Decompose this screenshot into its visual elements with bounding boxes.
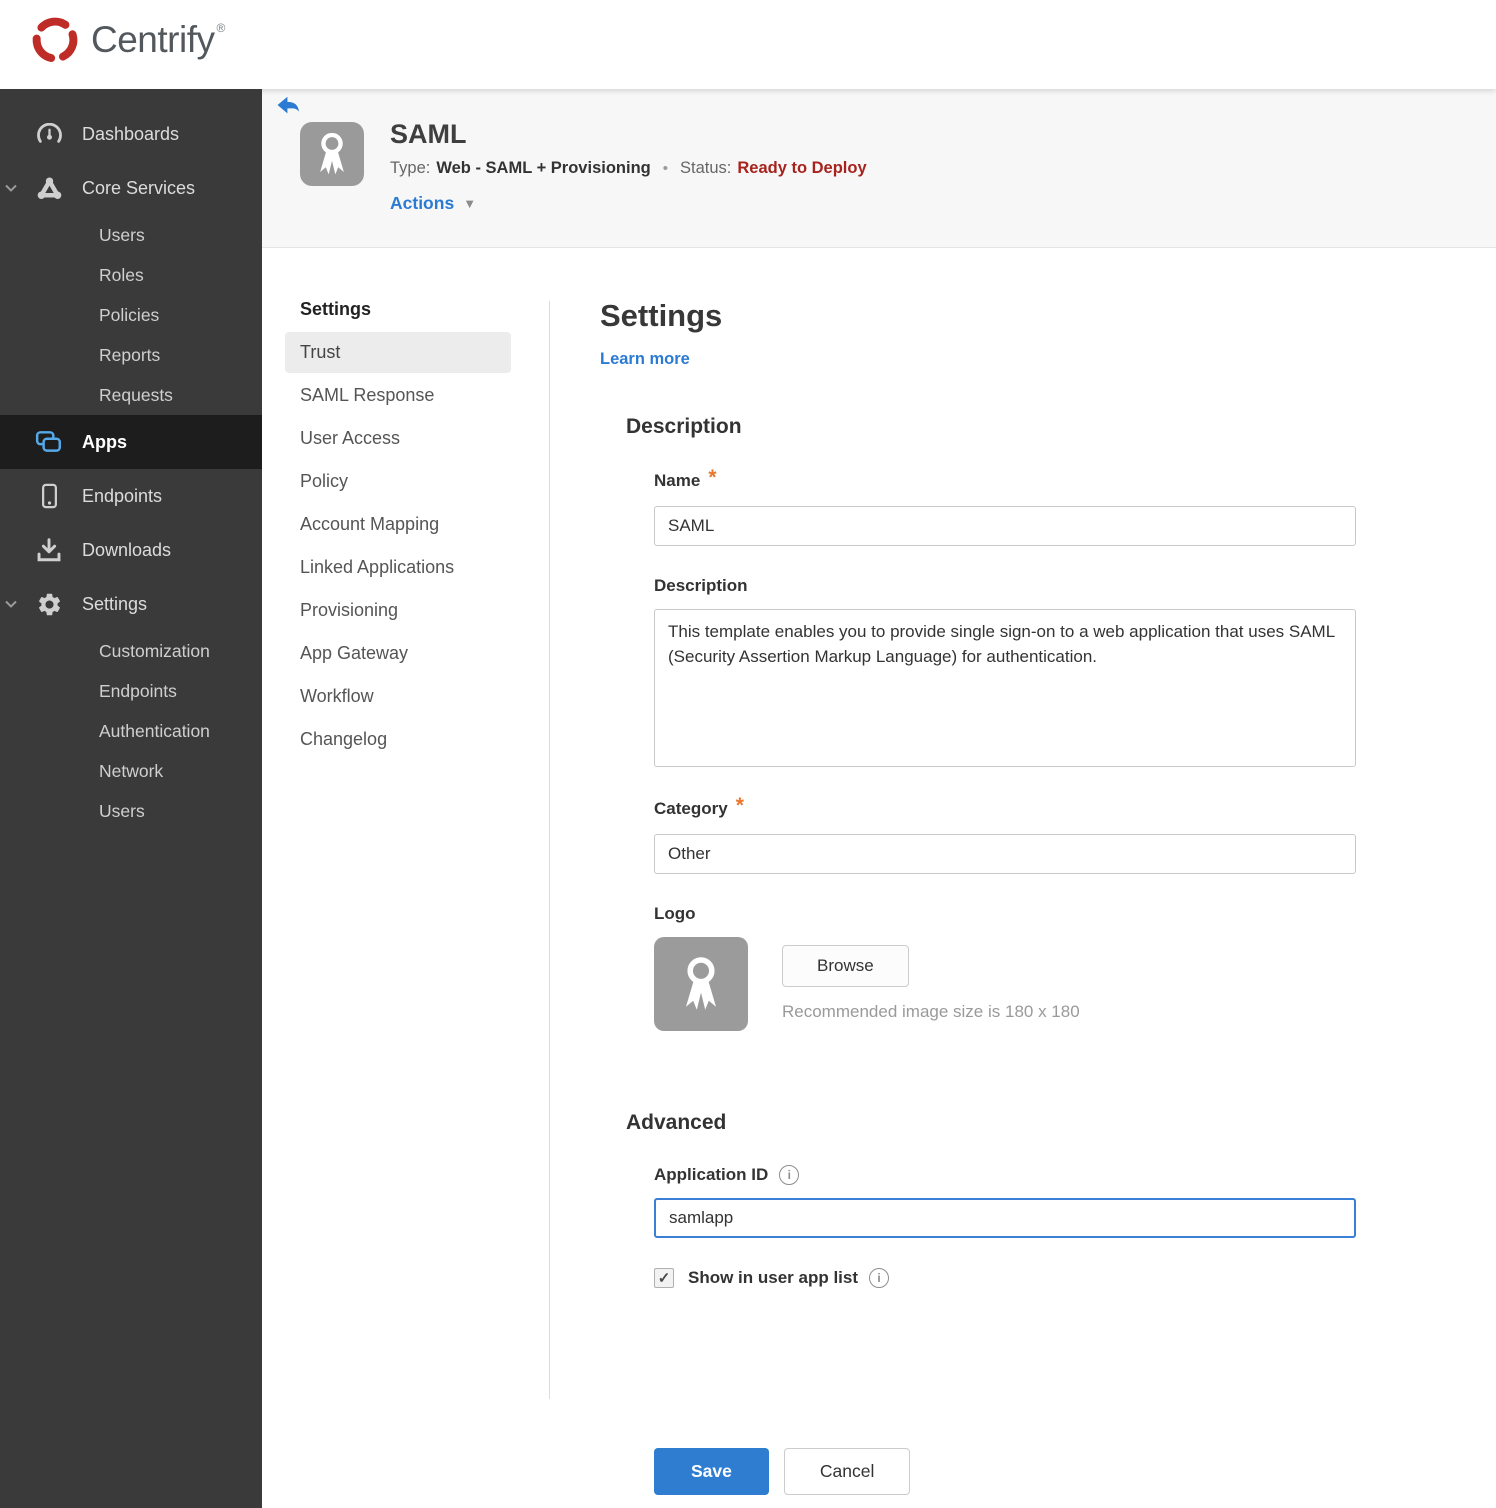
description-section-heading: Description	[626, 415, 742, 438]
centrify-logo: Centrify ®	[28, 13, 225, 67]
sidebar: Dashboards Core Services Users Roles Pol…	[0, 89, 262, 1508]
ribbon-award-icon	[686, 957, 716, 1010]
name-label-row: Name *	[654, 466, 717, 490]
subnav-header: Settings	[300, 299, 372, 319]
type-label: Type:	[390, 159, 431, 177]
subnav-item-policy[interactable]: Policy	[285, 461, 511, 502]
sidebar-item-apps[interactable]: Apps	[0, 415, 262, 469]
subnav-item-user-access[interactable]: User Access	[285, 418, 511, 459]
name-input[interactable]	[654, 506, 1356, 546]
required-asterisk: *	[735, 794, 744, 817]
settings-panel: Settings Learn more Description Name * D…	[600, 298, 1390, 1495]
status-value: Ready to Deploy	[737, 159, 867, 177]
actions-menu-button[interactable]: Actions ▼	[390, 193, 476, 214]
vertical-divider	[549, 301, 550, 1399]
sidebar-item-roles[interactable]: Roles	[0, 255, 262, 295]
subnav-item-linked-applications[interactable]: Linked Applications	[285, 547, 511, 588]
category-input[interactable]	[654, 834, 1356, 874]
page: Centrify ® Dashboards Core Services User…	[0, 0, 1496, 1508]
core-services-icon	[34, 176, 64, 201]
show-in-user-app-list-checkbox[interactable]: ✓	[654, 1268, 674, 1288]
subnav-item-trust[interactable]: Trust	[285, 332, 511, 373]
ribbon-award-icon	[320, 132, 344, 175]
app-meta-line: Type: Web - SAML + Provisioning • Status…	[390, 159, 867, 178]
sidebar-item-customization[interactable]: Customization	[0, 631, 262, 671]
sidebar-item-policies[interactable]: Policies	[0, 295, 262, 335]
sidebar-item-settings-endpoints[interactable]: Endpoints	[0, 671, 262, 711]
show-in-user-app-list-label: Show in user app list	[688, 1268, 859, 1287]
logo-size-hint: Recommended image size is 180 x 180	[782, 1002, 1080, 1021]
caret-down-icon: ▼	[463, 196, 477, 211]
info-icon[interactable]: i	[869, 1268, 890, 1288]
cancel-button[interactable]: Cancel	[783, 1448, 911, 1495]
learn-more-link[interactable]: Learn more	[600, 350, 690, 369]
subnav-item-workflow[interactable]: Workflow	[285, 676, 511, 717]
description-textarea[interactable]: This template enables you to provide sin…	[654, 609, 1356, 767]
sidebar-item-downloads[interactable]: Downloads	[0, 523, 262, 577]
status-label: Status:	[680, 159, 732, 177]
sidebar-item-core-services[interactable]: Core Services	[0, 161, 262, 215]
dot-separator: •	[662, 160, 668, 177]
show-in-user-app-list-row: ✓ Show in user app list i	[654, 1268, 1390, 1288]
app-title: SAML	[390, 119, 467, 149]
app-logo-badge	[300, 122, 364, 186]
subnav-item-account-mapping[interactable]: Account Mapping	[285, 504, 511, 545]
top-bar: Centrify ®	[0, 0, 1496, 89]
sidebar-item-settings-users[interactable]: Users	[0, 791, 262, 831]
sidebar-item-settings[interactable]: Settings	[0, 577, 262, 631]
sidebar-item-endpoints[interactable]: Endpoints	[0, 469, 262, 523]
description-label: Description	[654, 576, 748, 595]
sidebar-item-requests[interactable]: Requests	[0, 375, 262, 415]
sidebar-item-network[interactable]: Network	[0, 751, 262, 791]
required-asterisk: *	[708, 466, 717, 489]
browse-button[interactable]: Browse	[782, 945, 909, 987]
chevron-down-icon[interactable]	[4, 184, 18, 193]
content-area: Settings Trust SAML Response User Access…	[262, 249, 1496, 1508]
info-icon[interactable]: i	[779, 1165, 800, 1185]
application-id-label-row: Application ID i	[654, 1165, 1390, 1185]
downloads-icon	[34, 538, 64, 562]
app-settings-nav: Settings Trust SAML Response User Access…	[285, 293, 511, 762]
brand-trademark: ®	[216, 21, 226, 35]
type-value: Web - SAML + Provisioning	[436, 159, 651, 177]
chevron-down-icon[interactable]	[4, 600, 18, 609]
apps-icon	[34, 430, 64, 454]
gear-icon	[34, 591, 64, 618]
subnav-item-changelog[interactable]: Changelog	[285, 719, 511, 760]
subnav-item-app-gateway[interactable]: App Gateway	[285, 633, 511, 674]
sidebar-item-dashboards[interactable]: Dashboards	[0, 107, 262, 161]
advanced-section-heading: Advanced	[626, 1111, 727, 1134]
subnav-item-saml-response[interactable]: SAML Response	[285, 375, 511, 416]
subnav-item-provisioning[interactable]: Provisioning	[285, 590, 511, 631]
endpoints-phone-icon	[34, 483, 64, 509]
sidebar-item-authentication[interactable]: Authentication	[0, 711, 262, 751]
logo-preview	[654, 937, 748, 1031]
dashboard-gauge-icon	[34, 122, 64, 146]
application-id-input[interactable]	[654, 1198, 1356, 1238]
app-header: SAML Type: Web - SAML + Provisioning • S…	[262, 89, 1496, 248]
brand-name: Centrify	[91, 19, 215, 60]
category-label-row: Category *	[654, 794, 744, 818]
save-button[interactable]: Save	[654, 1448, 769, 1495]
back-arrow-icon[interactable]	[276, 96, 300, 115]
logo-label: Logo	[654, 904, 696, 923]
page-title: Settings	[600, 298, 723, 333]
centrify-swirl-icon	[32, 17, 78, 63]
sidebar-item-users[interactable]: Users	[0, 215, 262, 255]
check-icon: ✓	[657, 1270, 671, 1287]
sidebar-item-reports[interactable]: Reports	[0, 335, 262, 375]
